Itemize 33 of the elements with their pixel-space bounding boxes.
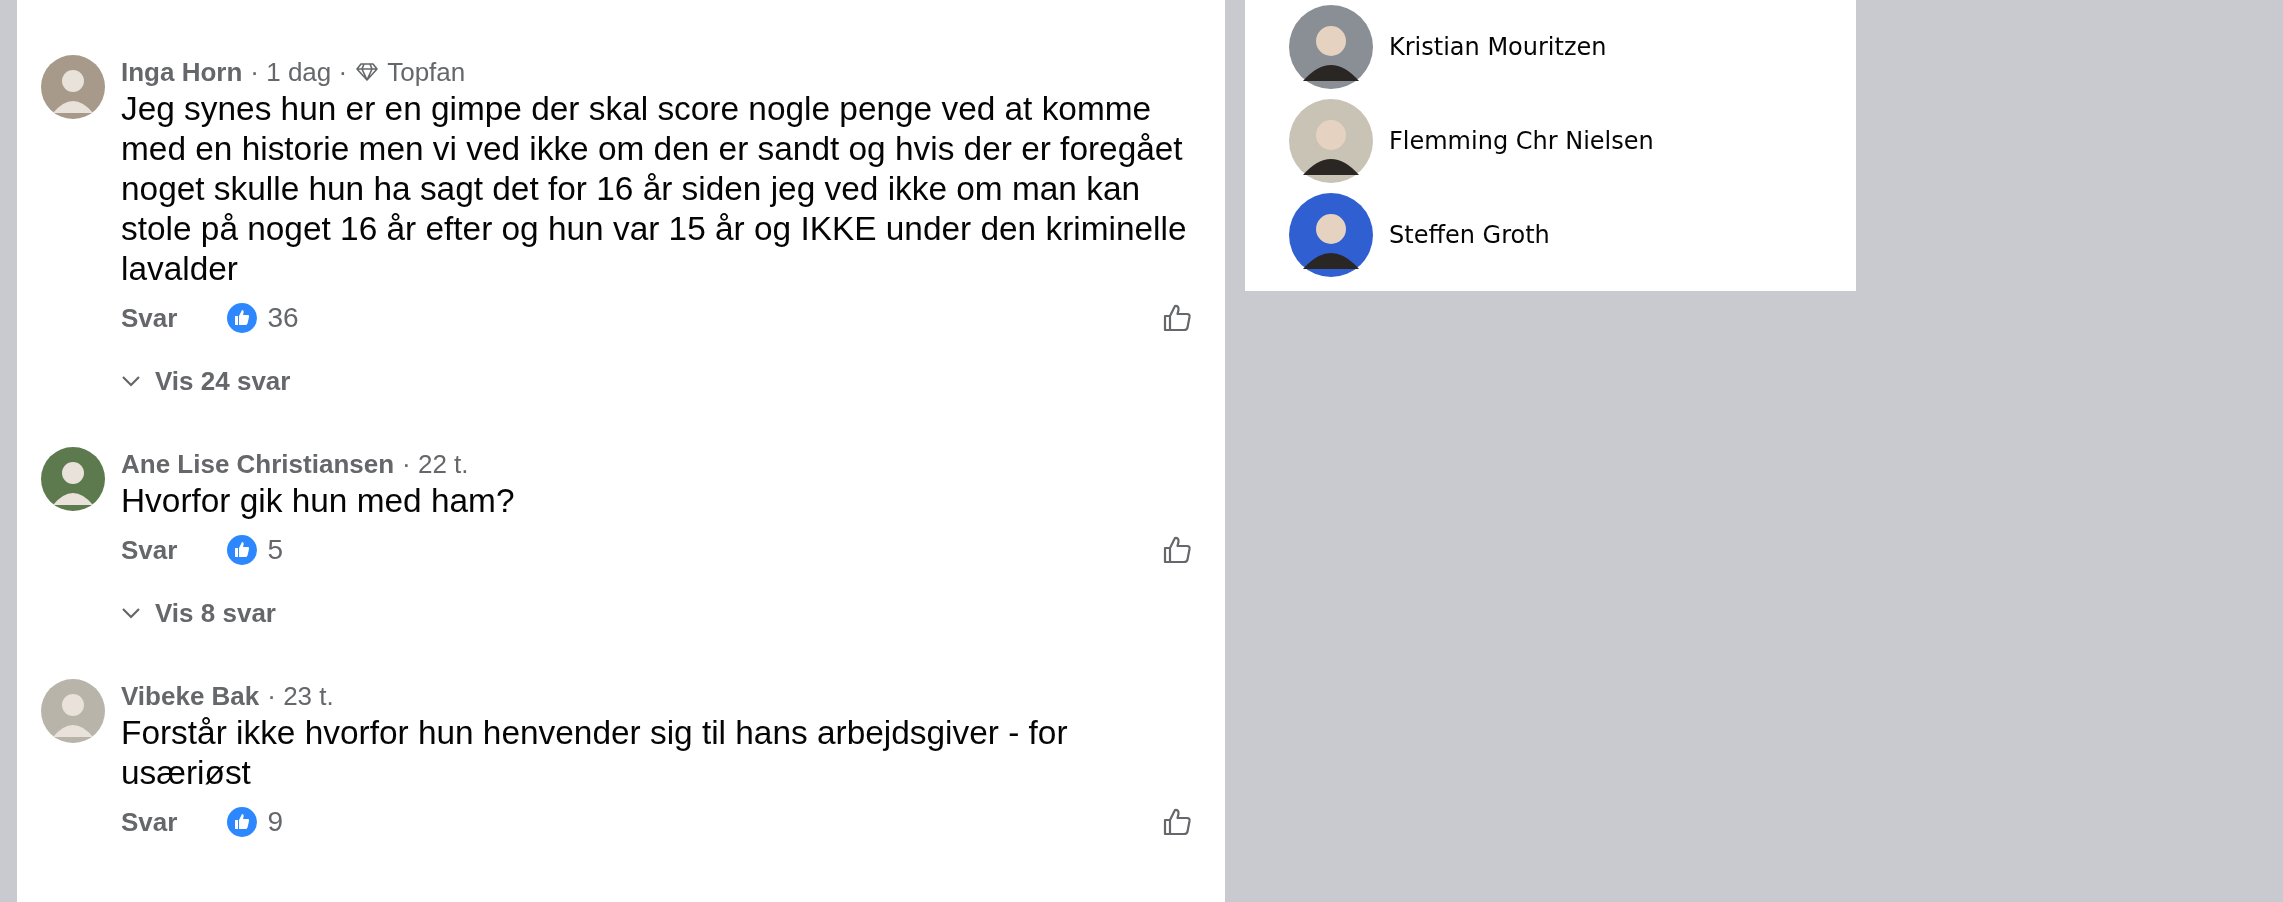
fan-label: Topfan [387,56,466,88]
author-name[interactable]: Ane Lise Christiansen [121,448,395,480]
person-name[interactable]: Steffen Groth [1389,221,1550,249]
view-replies-link[interactable]: Vis 8 svar [121,596,276,630]
thumbs-up-icon[interactable] [1161,302,1193,334]
diamond-icon [355,62,380,82]
chevron-down-icon [121,375,141,387]
reply-button[interactable]: Svar [121,806,178,838]
reply-button[interactable]: Svar [121,534,178,566]
like-count: 36 [267,302,299,334]
view-replies-link[interactable]: Vis 24 svar [121,364,291,398]
person-name[interactable]: Flemming Chr Nielsen [1389,127,1654,155]
comment-text: Forstår ikke hvorfor hun henvender sig til hans arbejdsgiver - for usæriøst [121,713,1069,793]
avatar[interactable] [1289,5,1373,89]
like-icon [227,535,258,565]
author-name[interactable]: Vibeke Bak [121,680,260,712]
like-count: 5 [267,534,283,566]
author-name[interactable]: Inga Horn [121,56,243,88]
like-icon [227,303,258,333]
thumbs-up-icon[interactable] [1161,806,1193,838]
like-icon [227,807,258,837]
chevron-down-icon [121,607,141,619]
comment-time: · 1 dag · [250,56,348,88]
reply-button[interactable]: Svar [121,302,178,334]
comment-text: Jeg synes hun er en gimpe der skal score nogle penge ved at komme med en historie men vi ved ikke om den er sandt og hvis der er foregået noget skulle hun ha sagt det for 16 år siden jeg ved ikke om man kan stole på noget 16 år efter og hun var 15 år og IKKE under den kriminelle lavalder [121,89,1188,289]
person-name[interactable]: Kristian Mouritzen [1389,33,1607,61]
avatar[interactable] [1289,193,1373,277]
avatar[interactable] [1289,99,1373,183]
thumbs-up-icon[interactable] [1161,534,1193,566]
like-count: 9 [267,806,283,838]
comment-time: · 23 t. [267,680,334,712]
comment-time: · 22 t. [402,448,469,480]
comment-text: Hvorfor gik hun med ham? [121,481,516,521]
